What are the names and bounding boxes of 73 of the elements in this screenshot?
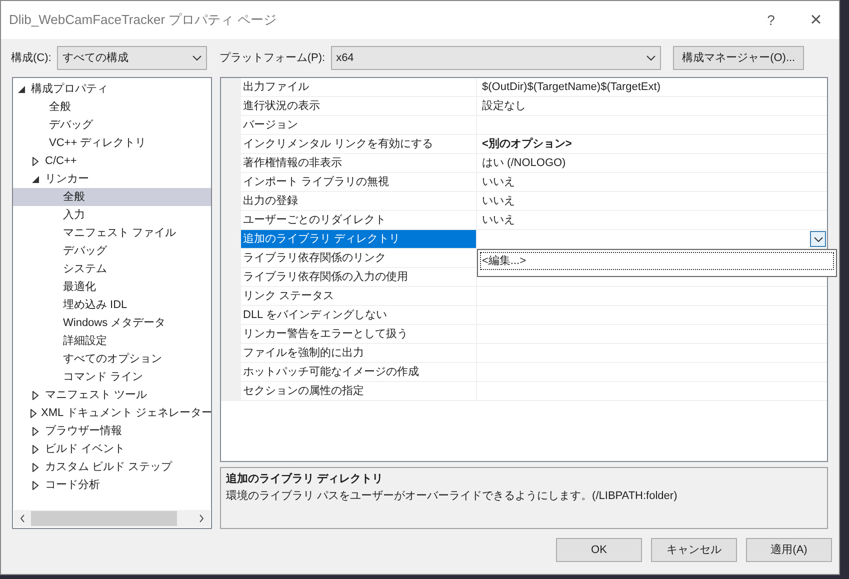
tree-item[interactable]: 最適化 xyxy=(60,278,96,296)
property-value: いいえ xyxy=(482,194,515,209)
tree-item[interactable]: ブラウザー情報 xyxy=(42,422,122,440)
property-name[interactable]: ユーザーごとのリダイレクト xyxy=(241,211,477,229)
chevron-down-icon xyxy=(192,55,202,61)
configuration-label: 構成(C): xyxy=(11,50,52,66)
collapse-triangle-icon[interactable] xyxy=(18,84,26,94)
property-value: いいえ xyxy=(482,174,515,190)
property-name[interactable]: 著作権情報の非表示 xyxy=(241,154,477,172)
tree-item[interactable]: デバッグ xyxy=(60,242,107,260)
property-name[interactable]: 出力の登録 xyxy=(241,192,477,210)
expand-triangle-icon[interactable] xyxy=(32,480,40,490)
property-name[interactable]: ファイルを強制的に出力 xyxy=(241,344,477,362)
property-name[interactable]: 追加のライブラリ ディレクトリ xyxy=(241,230,477,248)
tree-item[interactable]: VC++ ディレクトリ xyxy=(46,134,146,152)
tree-item[interactable]: ビルド イベント xyxy=(42,440,126,458)
tree-item[interactable]: デバッグ xyxy=(46,116,93,134)
tree-item[interactable]: C/C++ xyxy=(42,152,77,170)
property-name[interactable]: 進行状況の表示 xyxy=(241,97,477,115)
property-name[interactable]: インクリメンタル リンクを有効にする xyxy=(241,135,477,153)
property-name[interactable]: リンク ステータス xyxy=(241,287,477,305)
tree-item[interactable]: すべてのオプション xyxy=(60,350,162,368)
collapse-triangle-icon[interactable] xyxy=(32,174,40,184)
property-value: 設定なし xyxy=(482,98,526,114)
dialog-button[interactable]: キャンセル xyxy=(651,538,737,562)
tree-item[interactable]: コマンド ライン xyxy=(60,368,144,386)
expand-triangle-icon[interactable] xyxy=(32,444,40,454)
close-button[interactable]: × xyxy=(793,5,839,35)
platform-label: プラットフォーム(P): xyxy=(219,50,326,66)
expand-triangle-icon[interactable] xyxy=(32,462,40,472)
property-name[interactable]: DLL をバインディングしない xyxy=(241,306,477,324)
expand-triangle-icon[interactable] xyxy=(32,390,40,400)
configuration-dropdown[interactable]: すべての構成 xyxy=(57,46,208,70)
horizontal-scrollbar[interactable] xyxy=(14,510,210,527)
tree-item[interactable]: カスタム ビルド ステップ xyxy=(42,458,172,476)
window-title: Dlib_WebCamFaceTracker プロパティ ページ xyxy=(9,11,276,30)
help-button[interactable]: ? xyxy=(749,5,793,35)
tree-item[interactable]: 埋め込み IDL xyxy=(60,296,128,314)
property-name[interactable]: 出力ファイル xyxy=(241,78,477,96)
expand-triangle-icon[interactable] xyxy=(30,408,38,418)
tree-item[interactable]: 全般 xyxy=(46,98,71,116)
tree-item[interactable]: コード分析 xyxy=(42,476,100,494)
property-value: $(OutDir)$(TargetName)$(TargetExt) xyxy=(482,80,660,95)
property-name[interactable]: インポート ライブラリの無視 xyxy=(241,173,477,191)
expand-triangle-icon[interactable] xyxy=(32,156,40,166)
property-name[interactable]: リンカー警告をエラーとして扱う xyxy=(241,325,477,343)
dropdown-option[interactable]: <編集...> xyxy=(480,252,834,270)
tree-item[interactable]: リンカー xyxy=(42,170,89,188)
description-text: 環境のライブラリ パスをユーザーがオーバーライドできるようにします。(/LIBPATH:folder) xyxy=(226,488,678,504)
property-value: いいえ xyxy=(482,212,515,228)
tree-item[interactable]: 詳細設定 xyxy=(60,332,107,350)
scrollbar-thumb[interactable] xyxy=(31,511,177,526)
property-name[interactable]: セクションの属性の指定 xyxy=(241,382,477,400)
tree-item[interactable]: マニフェスト ツール xyxy=(42,386,148,404)
tree-item[interactable]: 構成プロパティ xyxy=(28,80,108,98)
property-value: <別のオプション> xyxy=(482,136,572,152)
tree-item[interactable]: XML ドキュメント ジェネレーター xyxy=(38,404,211,422)
tree-item[interactable]: Windows メタデータ xyxy=(60,314,166,332)
property-name[interactable]: バージョン xyxy=(241,116,477,134)
property-name[interactable]: ホットパッチ可能なイメージの作成 xyxy=(241,363,477,381)
expand-triangle-icon[interactable] xyxy=(32,426,40,436)
chevron-down-icon xyxy=(646,55,656,61)
chevron-down-icon xyxy=(814,236,822,242)
configuration-manager-button[interactable]: 構成マネージャー(O)... xyxy=(673,46,804,70)
description-title: 追加のライブラリ ディレクトリ xyxy=(226,472,384,488)
dialog-button[interactable]: OK xyxy=(556,538,642,562)
tree-item[interactable]: 入力 xyxy=(60,206,85,224)
tree-item[interactable]: マニフェスト ファイル xyxy=(60,224,176,242)
dialog-button[interactable]: 適用(A) xyxy=(746,538,832,562)
dropdown-button[interactable] xyxy=(810,231,826,247)
platform-dropdown[interactable]: x64 xyxy=(331,46,662,70)
tree-item[interactable]: システム xyxy=(60,260,107,278)
property-value: はい (/NOLOGO) xyxy=(482,156,566,171)
